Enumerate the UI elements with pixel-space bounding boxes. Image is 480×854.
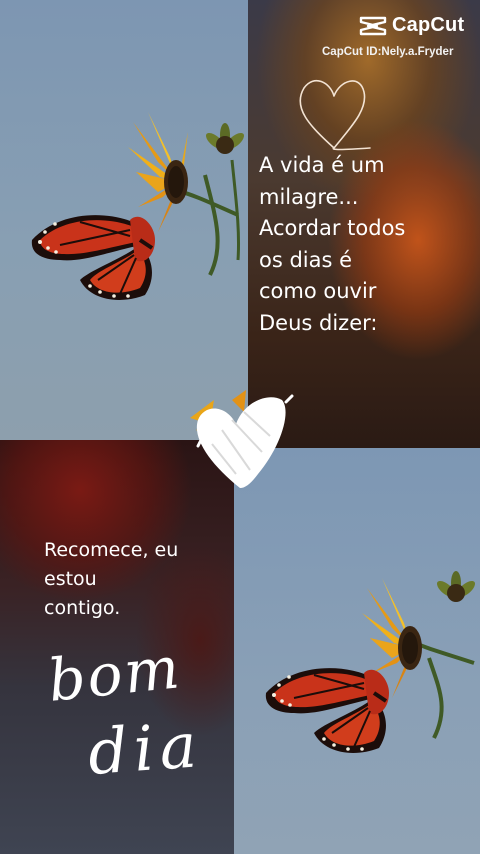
heart-brush-icon <box>196 394 294 488</box>
quote-bottom-line: Recomece, eu <box>44 539 179 561</box>
capcut-logo: CapCut <box>358 14 464 37</box>
quote-top-line: Deus dizer: <box>259 310 378 335</box>
quote-bottom-line: estou <box>44 568 97 590</box>
greeting-script-bom: bom <box>44 633 185 715</box>
quote-bottom: Recomece, eu estou contigo. <box>44 536 234 623</box>
capcut-logo-icon <box>359 16 387 35</box>
heart-outline-icon <box>299 79 371 151</box>
quote-bottom-line: contigo. <box>44 597 121 619</box>
quote-top-line: Acordar todos <box>259 216 406 240</box>
quote-top: A vida é um milagre... Acordar todos os … <box>259 150 474 339</box>
quote-top-line: os dias é <box>259 247 353 272</box>
quote-top-line: como ouvir <box>259 279 377 303</box>
quote-top-line: A vida é um <box>259 153 385 177</box>
greeting-script-dia: dia <box>85 708 205 789</box>
quote-top-line: milagre... <box>259 184 359 209</box>
capcut-brand-text: CapCut <box>392 14 465 36</box>
overlay-decorations <box>190 79 371 488</box>
photo-collage: CapCut CapCut ID:Nely.a.Fryder A vida é … <box>0 0 480 854</box>
capcut-id-text: CapCut ID:Nely.a.Fryder <box>322 46 454 58</box>
